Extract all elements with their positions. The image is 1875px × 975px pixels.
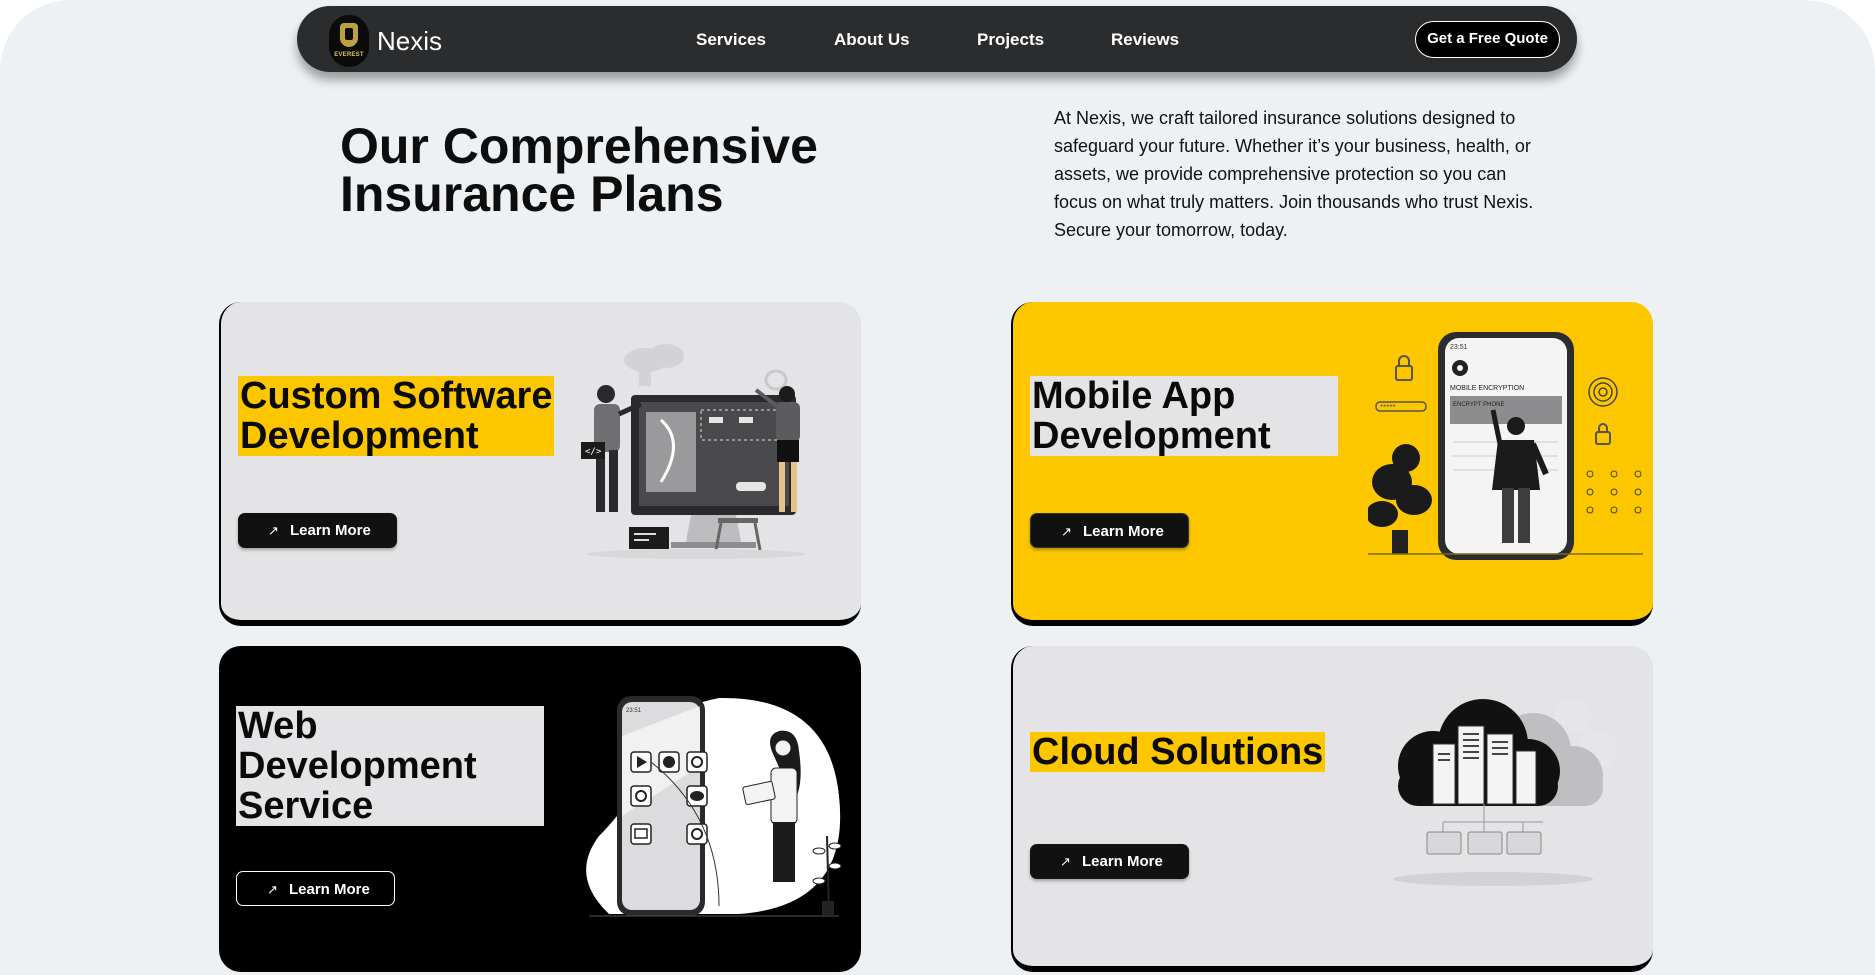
phone-field: ENCRYPT PHONE bbox=[1453, 402, 1504, 408]
card-title-line-2: Development bbox=[238, 745, 477, 787]
page: EVEREST Nexis Services About Us Projects… bbox=[0, 0, 1875, 975]
web-development-illustration: 23:51 bbox=[586, 696, 842, 917]
card-web-development: Web Development Service ↗ Learn More 23:… bbox=[219, 646, 861, 972]
hero-description: At Nexis, we craft tailored insurance so… bbox=[1054, 108, 1534, 240]
card-cloud-solutions: Cloud Solutions ↗ Learn More bbox=[1011, 646, 1653, 972]
software-team-illustration: </> bbox=[581, 344, 806, 559]
card-title-line-1: Mobile App bbox=[1032, 375, 1236, 417]
card-mobile-app: Mobile App Development ↗ Learn More ****… bbox=[1011, 302, 1653, 626]
card-title-line-2: Development bbox=[1032, 415, 1271, 457]
mobile-security-illustration: ***** 23:51 MOBILE ENCRYPTION ENCRYPT PH… bbox=[1368, 332, 1643, 560]
learn-more-button[interactable]: ↗ Learn More bbox=[1030, 513, 1189, 548]
card-title-line-3: Service bbox=[238, 785, 374, 827]
learn-more-label: Learn More bbox=[290, 522, 371, 539]
arrow-up-right-icon: ↗ bbox=[268, 523, 279, 538]
phone-heading: MOBILE ENCRYPTION bbox=[1450, 385, 1524, 392]
logo-text: EVEREST bbox=[334, 52, 364, 58]
arrow-up-right-icon: ↗ bbox=[267, 882, 278, 897]
arrow-up-right-icon: ↗ bbox=[1061, 524, 1072, 539]
card-title: Mobile App Development bbox=[1030, 376, 1338, 456]
card-title: Cloud Solutions bbox=[1030, 731, 1326, 773]
navbar: EVEREST Nexis Services About Us Projects… bbox=[297, 6, 1577, 72]
svg-text:</>: </> bbox=[585, 447, 602, 457]
card-custom-software: Custom Software Development ↗ Learn More bbox=[219, 302, 861, 626]
page-title: Our Comprehensive Insurance Plans bbox=[340, 121, 900, 219]
card-title-line-2: Development bbox=[240, 415, 479, 457]
nav-link-about-us[interactable]: About Us bbox=[834, 30, 910, 50]
svg-text:*****: ***** bbox=[1380, 403, 1396, 412]
card-title: Web Development Service bbox=[236, 706, 544, 826]
title-line-2: Insurance Plans bbox=[340, 166, 724, 222]
logo[interactable]: EVEREST bbox=[329, 15, 369, 67]
cloud-servers-illustration bbox=[1393, 698, 1618, 886]
card-title-line-1: Custom Software bbox=[240, 375, 553, 417]
brand-name[interactable]: Nexis bbox=[377, 26, 442, 57]
card-title: Custom Software Development bbox=[238, 375, 555, 457]
learn-more-label: Learn More bbox=[1082, 853, 1163, 870]
arrow-up-right-icon: ↗ bbox=[1060, 854, 1071, 869]
nav-link-projects[interactable]: Projects bbox=[977, 30, 1044, 50]
logo-shield-icon bbox=[340, 23, 358, 47]
learn-more-button[interactable]: ↗ Learn More bbox=[238, 513, 397, 548]
card-title-line-1: Web bbox=[238, 705, 318, 747]
phone-time: 23:51 bbox=[1450, 344, 1468, 351]
learn-more-button[interactable]: ↗ Learn More bbox=[1030, 844, 1189, 879]
learn-more-label: Learn More bbox=[1083, 523, 1164, 540]
learn-more-label: Learn More bbox=[289, 881, 370, 898]
learn-more-button[interactable]: ↗ Learn More bbox=[236, 871, 395, 906]
get-free-quote-button[interactable]: Get a Free Quote bbox=[1415, 21, 1560, 58]
nav-link-reviews[interactable]: Reviews bbox=[1111, 30, 1179, 50]
nav-link-services[interactable]: Services bbox=[696, 30, 766, 50]
phone-time: 23:51 bbox=[626, 708, 642, 714]
